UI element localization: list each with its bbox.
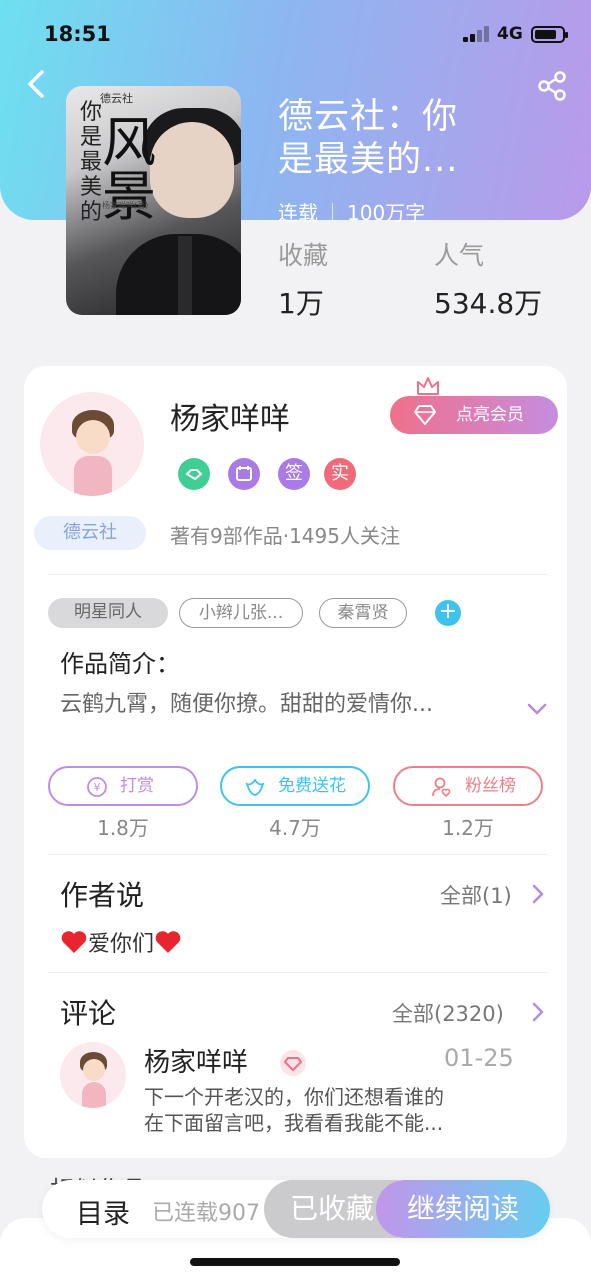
stat-value: 534.8万 [434, 287, 543, 320]
book-status: 连载 [278, 201, 318, 225]
author-says-text: 爱你们 [60, 926, 182, 958]
meta-separator [332, 202, 333, 221]
author-avatar[interactable] [40, 392, 144, 496]
comment-line: 在下面留言吧，我看看我能不能... [144, 1111, 444, 1135]
vip-button-label: 点亮会员 [456, 405, 524, 425]
book-title-line2: 是最美的... [278, 140, 459, 180]
tag-genre[interactable]: 明星同人 [48, 598, 168, 628]
fan-count: 1.2万 [442, 816, 494, 840]
stat-label: 收藏 [278, 241, 329, 270]
book-meta: 连载 100万字 [278, 197, 425, 226]
comments-all-link[interactable]: 全部(2320) [392, 998, 504, 1028]
tip-button[interactable]: ¥ 打赏 [48, 766, 198, 806]
stat-label: 人气 [434, 241, 485, 270]
book-word-count: 100万字 [347, 201, 426, 225]
comment-date: 01-25 [444, 1044, 514, 1072]
cover-figure-tie [178, 236, 192, 315]
add-tag-button[interactable]: + [435, 600, 461, 626]
commenter-name[interactable]: 杨家咩咩 [144, 1042, 248, 1079]
network-label: 4G [497, 24, 523, 44]
battery-icon [531, 26, 568, 43]
comment-line: 下一个开老汉的，你们还想看谁的 [144, 1085, 444, 1109]
tip-count: 1.8万 [97, 816, 149, 840]
signal-icon [463, 26, 491, 42]
comment-text[interactable]: 下一个开老汉的，你们还想看谁的 在下面留言吧，我看看我能不能... [144, 1084, 524, 1136]
chevron-down-icon[interactable] [526, 702, 548, 716]
author-stats: 著有9部作品·1495人关注 [170, 524, 400, 548]
chapter-progress: 已连载907 [152, 1201, 260, 1226]
author-says-title: 作者说 [60, 879, 145, 912]
book-title: 德云社：你 是最美的... [278, 96, 538, 182]
intro-text[interactable]: 云鹤九霄，随便你撩。甜甜的爱情你... [60, 686, 500, 718]
home-indicator [190, 1258, 400, 1266]
diamond-icon [414, 405, 436, 425]
status-time: 18:51 [44, 22, 111, 46]
author-group-tag: 德云社 [34, 516, 146, 550]
cover-figure-face [150, 122, 234, 218]
crown-icon [417, 377, 439, 395]
calendar-badge-icon[interactable] [228, 458, 260, 490]
send-flower-label: 免费送花 [278, 776, 346, 796]
tag-character[interactable]: 秦霄贤 [319, 598, 407, 628]
signed-badge[interactable]: 签 [278, 458, 310, 490]
book-cover[interactable]: 德云社 你是最美的 风景 杨家咩咩(著) [66, 86, 241, 315]
chevron-right-icon[interactable] [532, 884, 544, 904]
book-detail-card: 德云社 杨家咩咩 点亮会员 签 实 著有9部作品·1495人关注 明星同人 小辫… [24, 366, 567, 1158]
yen-icon: ¥ [87, 777, 107, 797]
send-flower-button[interactable]: 免费送花 [220, 766, 370, 806]
stat-favorites: 收藏 1万 [278, 236, 328, 322]
tag-character[interactable]: 小辫儿张... [179, 598, 303, 628]
catalog-button[interactable]: 目录 [76, 1192, 130, 1231]
flower-count: 4.7万 [269, 816, 321, 840]
heart-icon [155, 931, 181, 953]
handshake-badge-icon[interactable] [178, 458, 210, 490]
vip-button[interactable]: 点亮会员 [390, 396, 558, 434]
stat-value: 1万 [278, 287, 324, 320]
back-icon[interactable] [22, 68, 50, 100]
fan-ranking-label: 粉丝榜 [465, 776, 516, 796]
verified-badge[interactable]: 实 [324, 458, 356, 490]
comments-title: 评论 [60, 997, 117, 1030]
author-name[interactable]: 杨家咩咩 [170, 394, 290, 438]
tip-label: 打赏 [120, 776, 154, 796]
divider [48, 854, 548, 855]
author-says-all-link[interactable]: 全部(1) [440, 880, 512, 910]
continue-reading-button[interactable]: 继续阅读 [376, 1180, 550, 1238]
stat-popularity: 人气 534.8万 [434, 236, 542, 322]
cover-author-credit: 杨家咩咩(著) [102, 201, 149, 210]
divider [48, 972, 548, 973]
intro-title: 作品简介： [60, 650, 180, 678]
author-says-message: 爱你们 [88, 932, 155, 957]
divider [48, 574, 548, 575]
chevron-right-icon[interactable] [532, 1002, 544, 1022]
heart-icon [61, 931, 87, 953]
commenter-avatar[interactable] [60, 1042, 126, 1108]
share-icon[interactable] [536, 70, 568, 102]
bottom-action-bar: 目录 已连载907 已收藏 继续阅读 [42, 1180, 550, 1238]
fan-ranking-button[interactable]: 粉丝榜 [393, 766, 543, 806]
flower-icon [245, 778, 265, 796]
user-heart-icon [432, 777, 451, 798]
svg-text:¥: ¥ [94, 781, 101, 794]
book-title-line1: 德云社：你 [278, 97, 459, 137]
vip-diamond-icon [280, 1050, 306, 1076]
status-bar: 18:51 4G [0, 18, 591, 54]
